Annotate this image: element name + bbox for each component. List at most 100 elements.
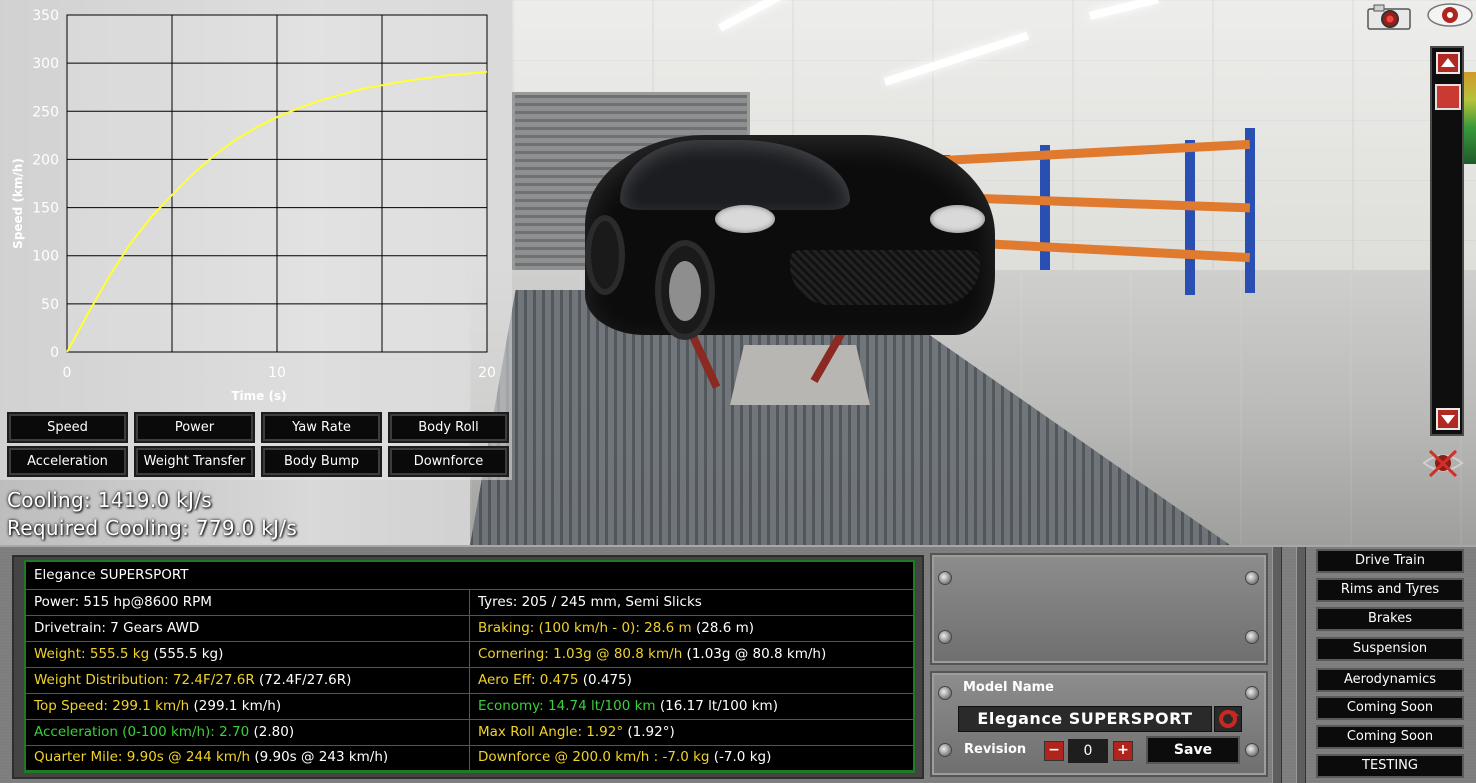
stat-cell: Cornering: 1.03g @ 80.8 km/h (1.03g @ 80… bbox=[470, 642, 913, 667]
reset-view-icon[interactable] bbox=[1420, 446, 1466, 480]
stat-reference-value: (1.92°) bbox=[623, 723, 675, 740]
y-axis-label: Speed (km/h) bbox=[11, 158, 25, 249]
menu-brakes[interactable]: Brakes bbox=[1316, 607, 1464, 631]
menu-suspension[interactable]: Suspension bbox=[1316, 637, 1464, 661]
stat-reference-value: (28.6 m) bbox=[691, 619, 754, 636]
stats-row: Acceleration (0-100 km/h): 2.70 (2.80) Ma… bbox=[26, 719, 913, 746]
stats-row: Power: 515 hp@8600 RPM Tyres: 205 / 245 m… bbox=[26, 590, 913, 616]
stat-reference-value: (1.03g @ 80.8 km/h) bbox=[682, 645, 827, 662]
x-tick-label: 0 bbox=[63, 365, 72, 381]
speed-chart: 0 50 100 150 200 250 300 350 0 10 20 Time (s) Speed … bbox=[11, 8, 496, 403]
stat-reference-value: (9.90s @ 243 km/h) bbox=[250, 749, 389, 766]
menu-drive-train[interactable]: Drive Train bbox=[1316, 549, 1464, 573]
bolt bbox=[1245, 686, 1259, 700]
stats-row: Drivetrain: 7 Gears AWD Braking: (100 km/… bbox=[26, 615, 913, 642]
eye-icon[interactable] bbox=[1426, 2, 1474, 28]
stat-value: Weight Distribution: 72.4F/27.6R bbox=[34, 671, 255, 688]
cooling-readout: Cooling: 1419.0 kJ/s bbox=[7, 488, 212, 512]
stat-cell: Tyres: 205 / 245 mm, Semi Slicks bbox=[470, 590, 913, 615]
stat-cell: Aero Eff: 0.475 (0.475) bbox=[470, 668, 913, 693]
scroll-thumb[interactable] bbox=[1435, 84, 1461, 110]
stat-value: Power: 515 hp@8600 RPM bbox=[34, 594, 212, 610]
stat-reference-value: (0.475) bbox=[578, 671, 632, 688]
model-name-label: Model Name bbox=[963, 680, 1054, 695]
stat-cell: Acceleration (0-100 km/h): 2.70 (2.80) bbox=[26, 719, 470, 745]
y-tick-label: 100 bbox=[32, 249, 59, 265]
stat-cell: Weight Distribution: 72.4F/27.6R (72.4F/… bbox=[26, 667, 470, 693]
stat-cell: Economy: 14.74 lt/100 km (16.17 lt/100 k… bbox=[470, 694, 913, 719]
category-menu: Drive Train Rims and Tyres Brakes Suspen… bbox=[1300, 547, 1476, 783]
stat-reference-value: (-7.0 kg) bbox=[709, 749, 772, 766]
menu-rail bbox=[1272, 547, 1282, 783]
save-button[interactable]: Save bbox=[1146, 736, 1240, 764]
graph-speed-button[interactable]: Speed bbox=[7, 412, 128, 443]
y-tick-label: 350 bbox=[32, 8, 59, 24]
car-stats-table: Elegance SUPERSPORT Power: 515 hp@8600 R… bbox=[24, 560, 915, 773]
revision-label: Revision bbox=[964, 742, 1027, 757]
stat-value: Economy: 14.74 lt/100 km bbox=[478, 697, 656, 714]
graph-downforce-button[interactable]: Downforce bbox=[388, 446, 509, 477]
y-tick-label: 300 bbox=[32, 56, 59, 72]
x-axis-label: Time (s) bbox=[231, 389, 286, 403]
car-grille bbox=[790, 250, 980, 305]
stat-value: Aero Eff: 0.475 bbox=[478, 671, 579, 688]
y-tick-label: 0 bbox=[50, 345, 59, 361]
y-tick-label: 150 bbox=[32, 201, 59, 217]
arrow-down-icon[interactable] bbox=[1436, 408, 1460, 430]
revision-decrement-button[interactable]: − bbox=[1044, 741, 1064, 761]
stat-cell: Power: 515 hp@8600 RPM bbox=[26, 590, 470, 615]
stat-value: Tyres: 205 / 245 mm, Semi Slicks bbox=[478, 594, 702, 610]
reset-icon[interactable] bbox=[1214, 706, 1242, 732]
stat-value: Drivetrain: 7 Gears AWD bbox=[34, 619, 200, 636]
revision-increment-button[interactable]: + bbox=[1113, 741, 1133, 761]
car-wheel bbox=[655, 240, 715, 340]
wheel-rim bbox=[669, 261, 701, 321]
graph-power-button[interactable]: Power bbox=[134, 412, 255, 443]
bolt bbox=[1245, 571, 1259, 585]
stat-cell: Downforce @ 200.0 km/h : -7.0 kg (-7.0 k… bbox=[470, 745, 913, 770]
stat-value: Top Speed: 299.1 km/h bbox=[34, 697, 190, 714]
stats-row: Quarter Mile: 9.90s @ 244 km/h (9.90s @ … bbox=[26, 745, 913, 772]
menu-aerodynamics[interactable]: Aerodynamics bbox=[1316, 668, 1464, 692]
shelf-post bbox=[1185, 140, 1195, 295]
menu-rims-and-tyres[interactable]: Rims and Tyres bbox=[1316, 578, 1464, 602]
model-name-field[interactable]: Elegance SUPERSPORT bbox=[958, 706, 1212, 732]
graph-body-roll-button[interactable]: Body Roll bbox=[388, 412, 509, 443]
bolt bbox=[1245, 630, 1259, 644]
stat-value: Max Roll Angle: 1.92° bbox=[478, 723, 624, 740]
car-lift bbox=[730, 345, 870, 405]
car-wheel bbox=[585, 215, 625, 295]
stat-reference-value: (2.80) bbox=[249, 723, 295, 740]
stat-cell: Quarter Mile: 9.90s @ 244 km/h (9.90s @ … bbox=[26, 745, 470, 771]
car-headlight bbox=[930, 205, 985, 233]
required-cooling-readout: Required Cooling: 779.0 kJ/s bbox=[7, 516, 298, 540]
view-scrollbar[interactable] bbox=[1430, 46, 1464, 436]
stats-row: Weight: 555.5 kg (555.5 kg) Cornering: 1.… bbox=[26, 641, 913, 668]
y-tick-label: 50 bbox=[41, 297, 59, 313]
menu-testing[interactable]: TESTING bbox=[1316, 754, 1464, 778]
camera-icon[interactable] bbox=[1366, 3, 1412, 31]
color-swatch-strip[interactable] bbox=[1463, 72, 1476, 164]
bolt bbox=[938, 686, 952, 700]
graph-acceleration-button[interactable]: Acceleration bbox=[7, 446, 128, 477]
bolt bbox=[938, 743, 952, 757]
menu-coming-soon-1[interactable]: Coming Soon bbox=[1316, 696, 1464, 720]
stat-value: Downforce @ 200.0 km/h : -7.0 kg bbox=[478, 749, 710, 766]
stat-cell: Top Speed: 299.1 km/h (299.1 km/h) bbox=[26, 693, 470, 719]
stat-value: Acceleration (0-100 km/h): 2.70 bbox=[34, 723, 250, 740]
stat-cell: Weight: 555.5 kg (555.5 kg) bbox=[26, 641, 470, 667]
x-tick-label: 20 bbox=[478, 365, 496, 381]
car-headlight bbox=[715, 205, 775, 233]
graph-weight-transfer-button[interactable]: Weight Transfer bbox=[134, 446, 255, 477]
stat-reference-value: (299.1 km/h) bbox=[189, 697, 282, 714]
graph-body-bump-button[interactable]: Body Bump bbox=[261, 446, 382, 477]
y-tick-label: 200 bbox=[32, 152, 59, 168]
bolt bbox=[1245, 743, 1259, 757]
arrow-up-icon[interactable] bbox=[1436, 52, 1460, 74]
bolt bbox=[938, 630, 952, 644]
menu-coming-soon-2[interactable]: Coming Soon bbox=[1316, 725, 1464, 749]
graph-yaw-rate-button[interactable]: Yaw Rate bbox=[261, 412, 382, 443]
bolt bbox=[938, 571, 952, 585]
stat-reference-value: (16.17 lt/100 km) bbox=[655, 697, 778, 714]
stat-value: Braking: (100 km/h - 0): 28.6 m bbox=[478, 619, 692, 636]
